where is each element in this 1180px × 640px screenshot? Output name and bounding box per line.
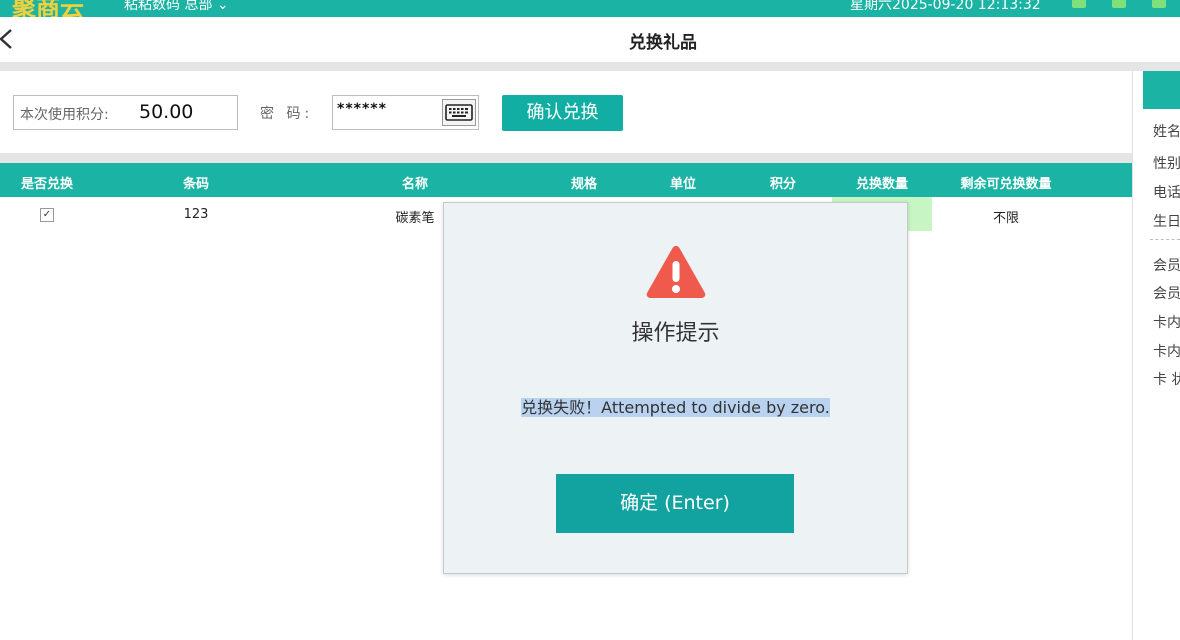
member-info-label: 会员 bbox=[1153, 286, 1180, 302]
member-birthday-label: 生日 bbox=[1153, 214, 1180, 230]
confirm-redeem-button[interactable]: 确认兑换 bbox=[502, 95, 623, 131]
password-field[interactable]: ****** bbox=[332, 95, 479, 130]
divider bbox=[0, 153, 1132, 163]
redeem-checkbox[interactable]: ✓ bbox=[40, 208, 54, 222]
store-selector[interactable]: 粘粘数码 总部 ⌄ bbox=[124, 0, 229, 14]
member-name-label: 姓名 bbox=[1153, 124, 1180, 140]
keyboard-button[interactable] bbox=[442, 99, 476, 126]
password-input[interactable]: ****** bbox=[337, 101, 387, 117]
panel-separator bbox=[1150, 239, 1180, 240]
warning-icon bbox=[646, 246, 706, 298]
column-header[interactable]: 条码 bbox=[183, 173, 209, 192]
remaining-cell: 不限 bbox=[992, 211, 1020, 226]
card-info-label: 卡内 bbox=[1153, 315, 1180, 331]
barcode-cell: 123 bbox=[183, 207, 209, 222]
member-phone-label: 电话 bbox=[1153, 185, 1180, 201]
column-header[interactable]: 是否兑换 bbox=[21, 173, 73, 192]
member-panel-header[interactable] bbox=[1143, 71, 1180, 109]
member-info-label: 会员 bbox=[1153, 258, 1180, 274]
column-header[interactable]: 兑换数量 bbox=[856, 173, 908, 192]
column-header[interactable]: 积分 bbox=[770, 173, 796, 192]
card-info-label: 卡内 bbox=[1153, 344, 1180, 360]
points-input[interactable] bbox=[139, 101, 231, 123]
signal-icon bbox=[1112, 0, 1126, 8]
error-message-text: 兑换失败！Attempted to divide by zero. bbox=[521, 398, 830, 417]
battery-icon bbox=[1072, 0, 1086, 8]
keyboard-icon bbox=[445, 104, 473, 121]
top-bar: 聚商云 粘粘数码 总部 ⌄ 星期六2025-09-20 12:13:32 bbox=[0, 0, 1180, 17]
column-header[interactable]: 名称 bbox=[402, 173, 428, 192]
name-cell: 碳素笔 bbox=[395, 211, 435, 226]
dialog-message: 兑换失败！Attempted to divide by zero. bbox=[444, 394, 907, 418]
points-label: 本次使用积分: bbox=[20, 107, 109, 123]
datetime-display: 星期六2025-09-20 12:13:32 bbox=[850, 0, 1041, 13]
member-gender-label: 性别 bbox=[1153, 156, 1180, 172]
power-icon bbox=[1152, 0, 1166, 8]
dialog-title: 操作提示 bbox=[631, 321, 720, 346]
table-header: 是否兑换 条码 名称 规格 单位 积分 兑换数量 剩余可兑换数量 bbox=[0, 163, 1132, 197]
column-header[interactable]: 剩余可兑换数量 bbox=[960, 173, 1051, 192]
panel-divider bbox=[1132, 71, 1133, 640]
card-status-label: 卡 状 bbox=[1153, 372, 1180, 388]
divider bbox=[0, 62, 1180, 71]
page-title: 兑换礼品 bbox=[629, 33, 697, 53]
app-logo: 聚商云 bbox=[12, 0, 84, 17]
points-field[interactable]: 本次使用积分: bbox=[13, 95, 238, 130]
redeem-form: 本次使用积分: 密 码: ****** 确认兑换 bbox=[0, 71, 1132, 153]
column-header[interactable]: 单位 bbox=[670, 173, 696, 192]
title-bar: 兑换礼品 bbox=[0, 17, 1180, 63]
column-header[interactable]: 规格 bbox=[571, 173, 597, 192]
ok-button[interactable]: 确定 (Enter) bbox=[556, 474, 794, 533]
alert-dialog: 操作提示 兑换失败！Attempted to divide by zero. 确… bbox=[443, 202, 908, 574]
password-label: 密 码: bbox=[260, 106, 314, 122]
